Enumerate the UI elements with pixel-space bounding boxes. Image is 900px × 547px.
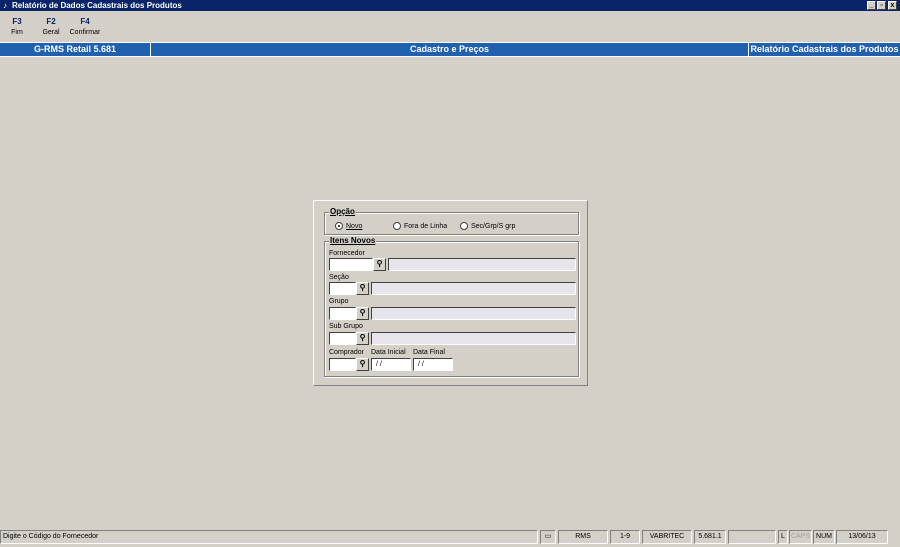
binoculars-icon: ⚲: [359, 308, 366, 317]
fornecedor-search-button[interactable]: ⚲: [373, 258, 386, 271]
fornecedor-code-input[interactable]: [329, 258, 373, 271]
status-module: RMS: [558, 530, 608, 544]
secao-search-button[interactable]: ⚲: [356, 282, 369, 295]
status-bar: Digite o Código do Fornecedor ▭ RMS 1-9 …: [0, 529, 900, 547]
radio-novo[interactable]: Novo: [335, 222, 362, 232]
fkey-confirmar-button[interactable]: F4 Confirmar: [68, 17, 102, 39]
comprador-label: Comprador: [329, 349, 365, 356]
itens-novos-group-title: Itens Novos: [329, 236, 377, 246]
radio-sec-grp-sgrp[interactable]: Sec/Grp/S grp: [460, 222, 515, 232]
secao-name-field: [371, 282, 576, 295]
itens-novos-group: Itens Novos Fornecedor ⚲ Seção ⚲ Grupo ⚲…: [324, 236, 579, 377]
module-header: G-RMS Retail 5.681 Cadastro e Preços Rel…: [0, 42, 900, 57]
radio-selected-icon: [335, 222, 343, 231]
clipboard-icon: ▭: [540, 530, 556, 544]
radio-label: Sec/Grp/S grp: [471, 223, 516, 230]
minimize-button[interactable]: _: [867, 1, 876, 10]
status-user: VABRITEC: [642, 530, 692, 544]
status-page: 1-9: [610, 530, 640, 544]
radio-icon: [393, 222, 401, 231]
status-blank: [728, 530, 776, 544]
opcao-group: Opção Novo Fora de Linha Sec/Grp/S grp: [324, 207, 579, 235]
fornecedor-label: Fornecedor: [329, 250, 365, 257]
fkey-fim-button[interactable]: F3 Fim: [8, 17, 26, 39]
radio-label: Novo: [346, 223, 363, 230]
subgrupo-search-button[interactable]: ⚲: [356, 332, 369, 345]
opcao-group-title: Opção: [329, 207, 356, 217]
status-num: NUM: [813, 530, 835, 544]
fkey-geral-button[interactable]: F2 Geral: [40, 17, 62, 39]
module-title: Cadastro e Preços: [409, 44, 490, 54]
binoculars-icon: ⚲: [359, 333, 366, 342]
fkey-label: Confirmar: [69, 29, 101, 36]
data-final-label: Data Final: [413, 349, 445, 356]
grupo-search-button[interactable]: ⚲: [356, 307, 369, 320]
fornecedor-name-field: [388, 258, 576, 271]
window-title: Relatório de Dados Cadastrais dos Produt…: [12, 1, 182, 10]
comprador-search-button[interactable]: ⚲: [356, 358, 369, 371]
fkey-key: F3: [12, 17, 22, 26]
status-l: L: [778, 530, 788, 544]
comprador-code-input[interactable]: [329, 358, 356, 371]
report-title: Relatório Cadastrais dos Produtos: [750, 44, 899, 54]
grupo-name-field: [371, 307, 576, 320]
secao-code-input[interactable]: [329, 282, 356, 295]
subgrupo-label: Sub Grupo: [329, 323, 363, 330]
data-inicial-input[interactable]: / /: [371, 358, 411, 371]
status-date: 13/06/13: [836, 530, 888, 544]
fkey-key: F4: [80, 17, 90, 26]
status-version: 5.681.1: [694, 530, 726, 544]
subgrupo-name-field: [371, 332, 576, 345]
binoculars-icon: ⚲: [359, 283, 366, 292]
grupo-label: Grupo: [329, 298, 349, 305]
title-bar: ♪ Relatório de Dados Cadastrais dos Prod…: [0, 0, 900, 11]
grupo-code-input[interactable]: [329, 307, 356, 320]
binoculars-icon: ⚲: [359, 359, 366, 368]
radio-icon: [460, 222, 468, 231]
restore-button[interactable]: ▫: [877, 1, 886, 10]
data-final-input[interactable]: / /: [413, 358, 453, 371]
status-caps: CAPS: [789, 530, 812, 544]
radio-label: Fora de Linha: [404, 223, 448, 230]
secao-label: Seção: [329, 274, 349, 281]
fkey-label: Fim: [11, 29, 23, 36]
data-inicial-label: Data Inicial: [371, 349, 406, 356]
fkey-label: Geral: [42, 29, 60, 36]
radio-fora-de-linha[interactable]: Fora de Linha: [393, 222, 447, 232]
subgrupo-code-input[interactable]: [329, 332, 356, 345]
fkey-key: F2: [46, 17, 56, 26]
status-message: Digite o Código do Fornecedor: [0, 530, 538, 544]
close-button[interactable]: x: [888, 1, 897, 10]
report-options-panel: Opção Novo Fora de Linha Sec/Grp/S grp I…: [313, 200, 588, 386]
product-version: G-RMS Retail 5.681: [33, 44, 117, 54]
app-icon: ♪: [3, 1, 7, 10]
binoculars-icon: ⚲: [376, 259, 383, 268]
